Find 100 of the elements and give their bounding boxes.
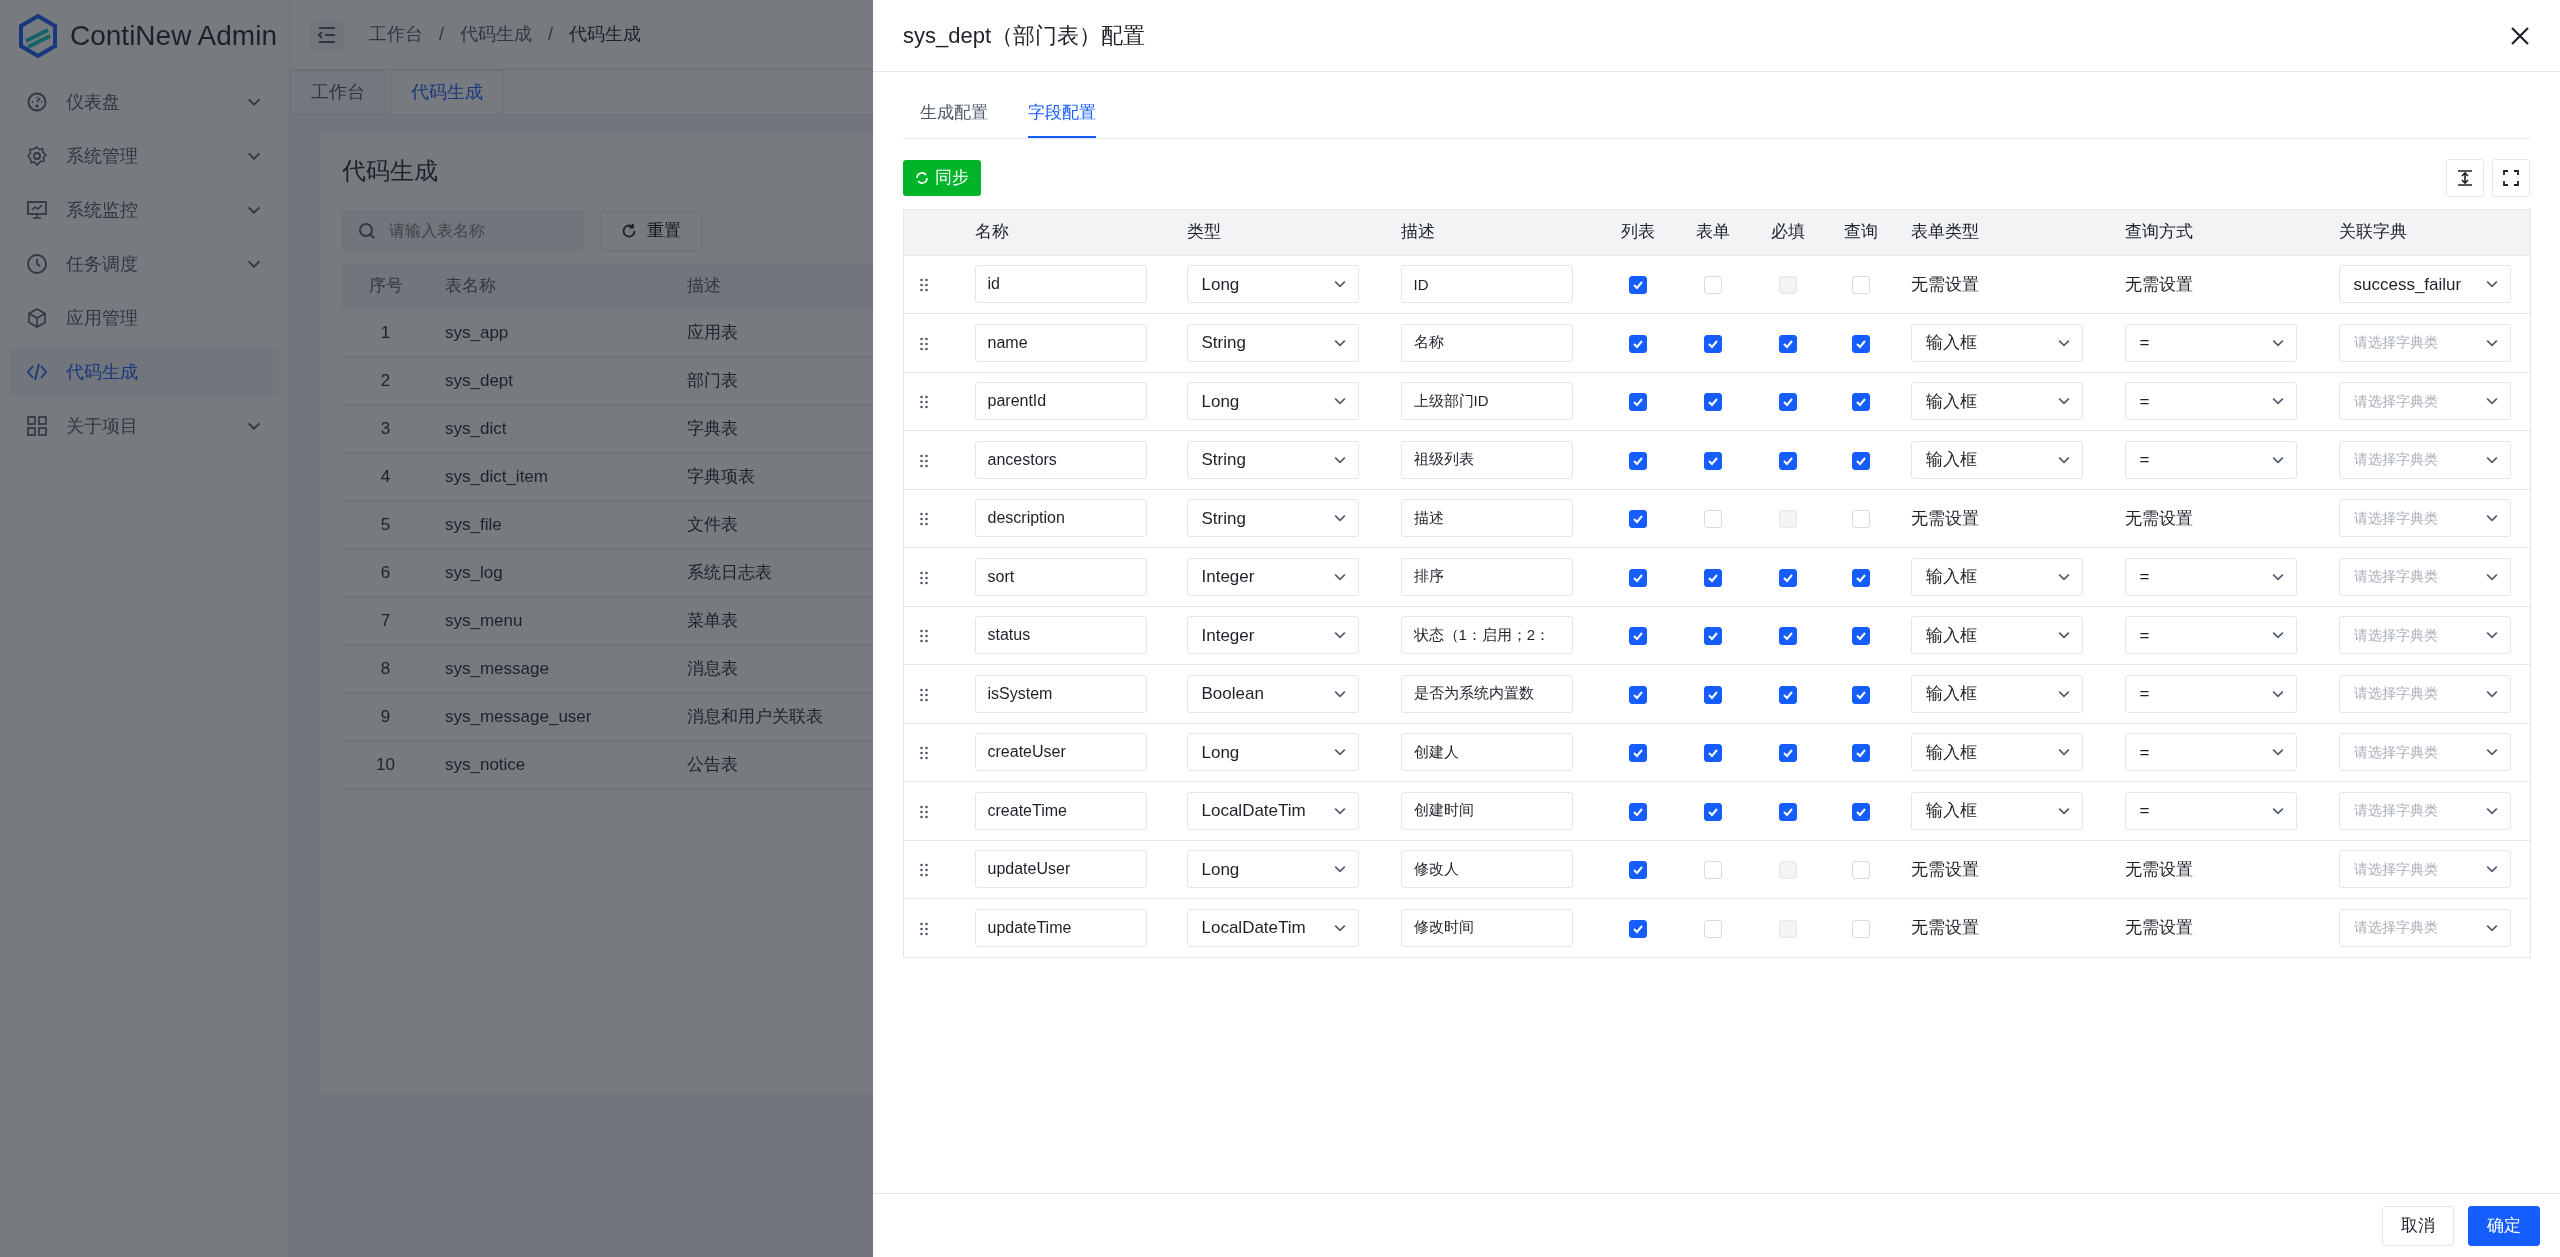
checkbox[interactable]: [1629, 510, 1647, 528]
query-mode-select[interactable]: =: [2124, 733, 2297, 772]
remark-input[interactable]: ID: [1400, 265, 1573, 304]
remark-input[interactable]: 创建时间: [1400, 791, 1573, 830]
query-mode-select[interactable]: =: [2124, 323, 2297, 362]
checkbox[interactable]: [1704, 451, 1722, 470]
form-type-select[interactable]: 输入框: [1910, 382, 2083, 421]
checkbox[interactable]: [1852, 393, 1870, 411]
name-input[interactable]: ancestors: [974, 440, 1147, 479]
checkbox[interactable]: [1704, 568, 1722, 587]
form-type-select[interactable]: 输入框: [1910, 733, 2083, 772]
checkbox[interactable]: [1704, 802, 1722, 821]
type-select[interactable]: String: [1186, 323, 1359, 362]
query-mode-select[interactable]: =: [2124, 557, 2297, 596]
type-select[interactable]: LocalDateTim: [1186, 791, 1359, 830]
remark-input[interactable]: 上级部门ID: [1400, 382, 1573, 421]
checkbox[interactable]: [1629, 334, 1647, 353]
checkbox[interactable]: [1779, 744, 1797, 762]
type-select[interactable]: LocalDateTim: [1186, 908, 1359, 947]
checkbox[interactable]: [1704, 334, 1722, 353]
name-input[interactable]: createTime: [974, 791, 1147, 830]
type-select[interactable]: String: [1186, 499, 1359, 538]
checkbox[interactable]: [1629, 802, 1647, 821]
name-input[interactable]: parentId: [974, 382, 1147, 421]
checkbox[interactable]: [1629, 276, 1647, 294]
checkbox[interactable]: [1779, 393, 1797, 411]
checkbox[interactable]: [1704, 685, 1722, 704]
remark-input[interactable]: 创建人: [1400, 733, 1573, 772]
remark-input[interactable]: 描述: [1400, 499, 1573, 538]
drag-handle-icon[interactable]: [920, 629, 928, 643]
name-input[interactable]: isSystem: [974, 674, 1147, 713]
checkbox[interactable]: [1629, 919, 1647, 938]
remark-input[interactable]: 是否为系统内置数: [1400, 674, 1573, 713]
query-mode-select[interactable]: =: [2124, 791, 2297, 830]
remark-input[interactable]: 祖级列表: [1400, 440, 1573, 479]
dictionary-select[interactable]: success_failur: [2338, 265, 2511, 304]
remark-input[interactable]: 修改时间: [1400, 908, 1573, 947]
drag-handle-icon[interactable]: [920, 863, 928, 877]
name-input[interactable]: description: [974, 499, 1147, 538]
type-select[interactable]: String: [1186, 440, 1359, 479]
query-mode-select[interactable]: =: [2124, 616, 2297, 655]
checkbox[interactable]: [1852, 744, 1870, 762]
checkbox[interactable]: [1779, 685, 1797, 704]
name-input[interactable]: status: [974, 616, 1147, 655]
drawer-tab[interactable]: 字段配置: [1028, 92, 1096, 138]
form-type-select[interactable]: 输入框: [1910, 557, 2083, 596]
checkbox[interactable]: [1704, 627, 1722, 645]
drag-handle-icon[interactable]: [920, 570, 928, 585]
remark-input[interactable]: 名称: [1400, 323, 1573, 362]
remark-input[interactable]: 修改人: [1400, 850, 1573, 889]
checkbox[interactable]: [1629, 685, 1647, 704]
type-select[interactable]: Integer: [1186, 557, 1359, 596]
menu-toggle-button[interactable]: [310, 19, 344, 50]
checkbox[interactable]: [1704, 393, 1722, 411]
checkbox[interactable]: [1852, 568, 1870, 587]
checkbox[interactable]: [1629, 627, 1647, 645]
form-type-select[interactable]: 输入框: [1910, 616, 2083, 655]
remark-input[interactable]: 状态（1：启用；2：: [1400, 616, 1573, 655]
name-input[interactable]: createUser: [974, 733, 1147, 772]
checkbox[interactable]: [1852, 627, 1870, 645]
checkbox[interactable]: [1779, 627, 1797, 645]
form-type-select[interactable]: 输入框: [1910, 323, 2083, 362]
name-input[interactable]: updateUser: [974, 850, 1147, 889]
name-input[interactable]: id: [974, 265, 1147, 304]
drawer-tab[interactable]: 生成配置: [920, 92, 988, 138]
checkbox[interactable]: [1704, 744, 1722, 762]
form-type-select[interactable]: 输入框: [1910, 440, 2083, 479]
type-select[interactable]: Boolean: [1186, 674, 1359, 713]
checkbox[interactable]: [1779, 802, 1797, 821]
breadcrumb-item[interactable]: 代码生成: [569, 21, 642, 48]
drag-handle-icon[interactable]: [920, 395, 928, 409]
form-type-select[interactable]: 输入框: [1910, 791, 2083, 830]
name-input[interactable]: name: [974, 323, 1147, 362]
checkbox[interactable]: [1629, 451, 1647, 470]
drag-handle-icon[interactable]: [920, 921, 928, 936]
type-select[interactable]: Long: [1186, 733, 1359, 772]
checkbox[interactable]: [1629, 744, 1647, 762]
remark-input[interactable]: 排序: [1400, 557, 1573, 596]
checkbox[interactable]: [1852, 802, 1870, 821]
checkbox[interactable]: [1852, 334, 1870, 353]
checkbox[interactable]: [1852, 451, 1870, 470]
cancel-button[interactable]: 取消: [2382, 1205, 2454, 1246]
checkbox[interactable]: [1779, 451, 1797, 470]
drag-handle-icon[interactable]: [920, 278, 928, 292]
query-mode-select[interactable]: =: [2124, 440, 2297, 479]
type-select[interactable]: Integer: [1186, 616, 1359, 655]
query-mode-select[interactable]: =: [2124, 674, 2297, 713]
checkbox[interactable]: [1629, 861, 1647, 879]
drag-handle-icon[interactable]: [920, 512, 928, 526]
drag-handle-icon[interactable]: [920, 687, 928, 702]
drag-handle-icon[interactable]: [920, 336, 928, 351]
name-input[interactable]: sort: [974, 557, 1147, 596]
checkbox[interactable]: [1629, 568, 1647, 587]
reset-button[interactable]: 重置: [600, 211, 702, 251]
confirm-button[interactable]: 确定: [2468, 1205, 2540, 1246]
name-input[interactable]: updateTime: [974, 908, 1147, 947]
type-select[interactable]: Long: [1186, 382, 1359, 421]
checkbox[interactable]: [1852, 685, 1870, 704]
checkbox[interactable]: [1779, 568, 1797, 587]
drag-handle-icon[interactable]: [920, 746, 928, 760]
